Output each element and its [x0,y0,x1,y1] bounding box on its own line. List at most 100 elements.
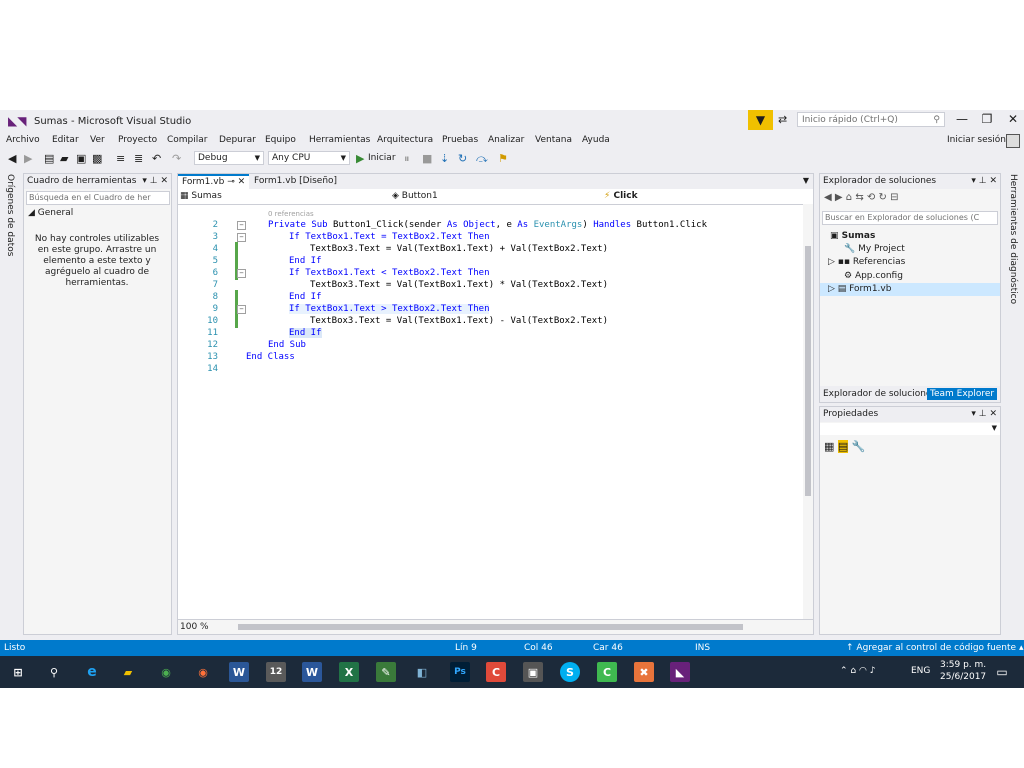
menu-arquitectura[interactable]: Arquitectura [377,135,433,145]
minimize-button[interactable]: — [952,112,972,128]
c-green-icon[interactable]: C [597,662,617,682]
start-button-label[interactable]: Iniciar [368,153,396,163]
categorized-icon[interactable]: ▦ [824,440,834,453]
tab-team-explorer[interactable]: Team Explorer [927,388,998,400]
tab-overflow-icon[interactable]: ▼ [803,176,809,185]
collapse-icon[interactable]: − [237,233,246,242]
tree-item-references[interactable]: ▷ ▪▪ Referencias [828,257,905,267]
zoom-level[interactable]: 100 % [180,622,209,632]
system-tray-icons[interactable]: ⌃ ⌂ ◠ ♪ [840,666,875,676]
back-icon[interactable]: ◀ [824,192,832,203]
diagnostic-tools-tab[interactable]: Herramientas de diagnóstico [1008,174,1018,304]
redo-icon[interactable]: ↷ [172,152,181,165]
properties-wrench-icon[interactable]: 🔧 [852,440,866,453]
toolbox-search-input[interactable]: Búsqueda en el Cuadro de her [26,191,170,205]
tree-item-solution[interactable]: ▣ Sumas [830,231,875,241]
save-all-icon[interactable]: ▩ [92,152,102,165]
menu-depurar[interactable]: Depurar [219,135,256,145]
windows-start-icon[interactable]: ⊞ [8,662,28,682]
nav-event-dropdown[interactable]: ⚡ Click [604,190,804,203]
c-app-icon[interactable]: C [486,662,506,682]
step-icon[interactable]: ⇣ [440,152,449,165]
feedback-icon[interactable]: ⇄ [778,113,787,126]
forward-icon[interactable]: ▶ [24,152,32,165]
menu-compilar[interactable]: Compilar [167,135,208,145]
back-icon[interactable]: ◀ [8,152,16,165]
data-sources-tab[interactable]: Orígenes de datos [5,174,15,256]
new-project-icon[interactable]: ▤ [44,152,54,165]
open-file-icon[interactable]: ▰ [60,152,68,165]
undo-icon[interactable]: ↶ [152,152,161,165]
collapse-icon[interactable]: − [237,221,246,230]
menu-ventana[interactable]: Ventana [535,135,572,145]
panel-controls-icon[interactable]: ▾ ⊥ ✕ [971,407,997,422]
nav-object-dropdown[interactable]: ◈ Button1 [392,190,597,203]
menu-archivo[interactable]: Archivo [6,135,40,145]
tab-form1-design[interactable]: Form1.vb [Diseño] [250,174,341,189]
tab-form1-vb[interactable]: Form1.vb ⊸ ✕ [178,174,250,189]
panel-controls-icon[interactable]: ▾ ⊥ ✕ [971,174,997,189]
solution-config-dropdown[interactable]: Debug ▼ [194,151,264,165]
menu-pruebas[interactable]: Pruebas [442,135,478,145]
collapse-all-icon[interactable]: ⊟ [890,192,898,203]
menu-ayuda[interactable]: Ayuda [582,135,610,145]
tab-solution-explorer[interactable]: Explorador de soluciones [820,388,939,400]
menu-ver[interactable]: Ver [90,135,105,145]
close-tab-icon[interactable]: ✕ [238,177,246,187]
firefox-icon[interactable]: ◉ [193,662,213,682]
close-button[interactable]: ✕ [1003,112,1023,128]
sync-icon[interactable]: ⇆ [855,192,863,203]
pause-icon[interactable]: ⏸ [404,152,410,166]
editor-icon[interactable]: ✎ [376,662,396,682]
file-explorer-icon[interactable]: ▰ [118,662,138,682]
menu-proyecto[interactable]: Proyecto [118,135,157,145]
avatar[interactable] [1006,134,1020,148]
menu-analizar[interactable]: Analizar [488,135,524,145]
pin-icon[interactable]: ⊸ [227,177,235,187]
vertical-scrollbar[interactable] [803,204,813,620]
word-icon[interactable]: W [302,662,322,682]
notifications-icon[interactable]: ▭ [992,662,1012,682]
xampp-icon[interactable]: ✖ [634,662,654,682]
uncomment-icon[interactable]: ≣ [134,152,143,165]
excel-icon[interactable]: X [339,662,359,682]
notifications-filter-icon[interactable]: ▼ [748,110,773,130]
reference-count[interactable]: 0 referencias [268,210,314,218]
start-icon[interactable]: ▶ [356,152,364,165]
bookmark-icon[interactable]: ⚑ [498,152,508,165]
comment-icon[interactable]: ≡ [116,152,125,165]
history-icon[interactable]: ⟲ [867,192,875,203]
collapse-icon[interactable]: − [237,269,246,278]
solution-search-input[interactable]: Buscar en Explorador de soluciones (C [822,211,998,225]
calendar-icon[interactable]: 12 [266,662,286,682]
object-selector[interactable]: ▼ [820,423,1000,435]
toolbox-group-general[interactable]: ◢ General [28,208,73,218]
search-icon[interactable]: ⚲ [44,662,64,682]
refresh-icon[interactable]: ↻ [878,192,886,203]
edge-icon[interactable]: e [82,662,102,682]
menu-editar[interactable]: Editar [52,135,79,145]
language-indicator[interactable]: ENG [911,666,930,676]
tree-item-my-project[interactable]: 🔧 My Project [844,244,905,254]
panel-controls-icon[interactable]: ▾ ⊥ ✕ [142,174,168,189]
forward-icon[interactable]: ▶ [835,192,843,203]
source-control-button[interactable]: ↑ Agregar al control de código fuente ▴ [846,643,1023,653]
skype-icon[interactable]: S [560,662,580,682]
nav-project-dropdown[interactable]: ▦ Sumas [180,190,385,203]
tree-item-form1[interactable]: ▷ ▤ Form1.vb [828,284,891,294]
restore-button[interactable]: ❐ [977,112,997,128]
code-area[interactable]: 0 referencias 2 − Private Sub Button1_Cl… [178,206,802,620]
refresh-icon[interactable]: ↻ [458,152,467,165]
clock-time[interactable]: 3:59 p. m. [940,660,986,670]
visual-studio-taskbar-icon[interactable]: ◣ [670,662,690,682]
media-icon[interactable]: ▣ [523,662,543,682]
menu-equipo[interactable]: Equipo [265,135,296,145]
horizontal-scroll-thumb[interactable] [238,624,743,630]
notes-icon[interactable]: ◧ [412,662,432,682]
alphabetical-icon[interactable]: ▤ [837,440,849,453]
platform-dropdown[interactable]: Any CPU ▼ [268,151,350,165]
home-icon[interactable]: ⌂ [846,192,852,203]
collapse-icon[interactable]: − [237,305,246,314]
menu-herramientas[interactable]: Herramientas [309,135,370,145]
clock-date[interactable]: 25/6/2017 [940,672,986,682]
